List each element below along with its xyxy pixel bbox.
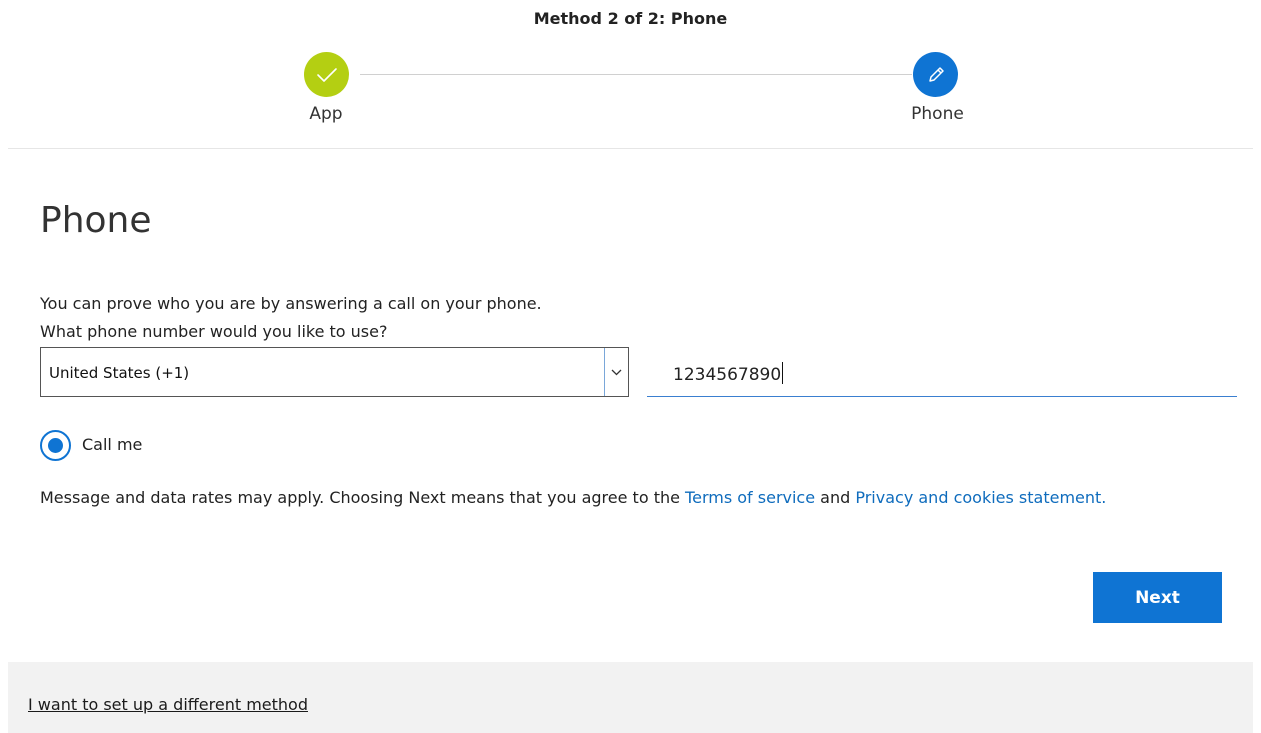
next-button[interactable]: Next [1093, 572, 1222, 623]
text-caret [782, 362, 784, 384]
step-app-label: App [309, 104, 343, 124]
country-code-select[interactable]: United States (+1) [40, 347, 629, 397]
radio-selected-dot [48, 438, 63, 453]
different-method-link[interactable]: I want to set up a different method [28, 695, 308, 714]
page-title: Phone [40, 200, 152, 241]
privacy-statement-link[interactable]: Privacy and cookies statement. [855, 488, 1106, 507]
terms-notice: Message and data rates may apply. Choosi… [40, 483, 1190, 513]
check-icon [316, 67, 337, 82]
terms-text-middle: and [815, 488, 856, 507]
header-divider [8, 148, 1253, 149]
country-select-dropdown-button[interactable] [604, 348, 628, 396]
terms-text-before: Message and data rates may apply. Choosi… [40, 488, 686, 507]
phone-number-value: 1234567890 [673, 362, 784, 385]
step-app-complete [304, 52, 349, 97]
method-title: Method 2 of 2: Phone [533, 9, 728, 28]
description-line-2: What phone number would you like to use? [40, 322, 388, 341]
pencil-icon [928, 66, 944, 82]
terms-of-service-link[interactable]: Terms of service [685, 488, 815, 507]
country-code-value: United States (+1) [49, 364, 190, 382]
step-phone-current [913, 52, 958, 97]
page: Method 2 of 2: Phone App Phone Phone You… [0, 0, 1261, 733]
phone-number-input[interactable]: 1234567890 [647, 352, 1237, 397]
chevron-down-icon [611, 369, 622, 375]
footer: I want to set up a different method [8, 662, 1253, 733]
step-phone-label: Phone [911, 104, 964, 124]
progress-line [360, 74, 912, 75]
call-me-radio[interactable] [40, 430, 71, 461]
call-me-label[interactable]: Call me [82, 435, 142, 454]
description-line-1: You can prove who you are by answering a… [40, 294, 542, 313]
